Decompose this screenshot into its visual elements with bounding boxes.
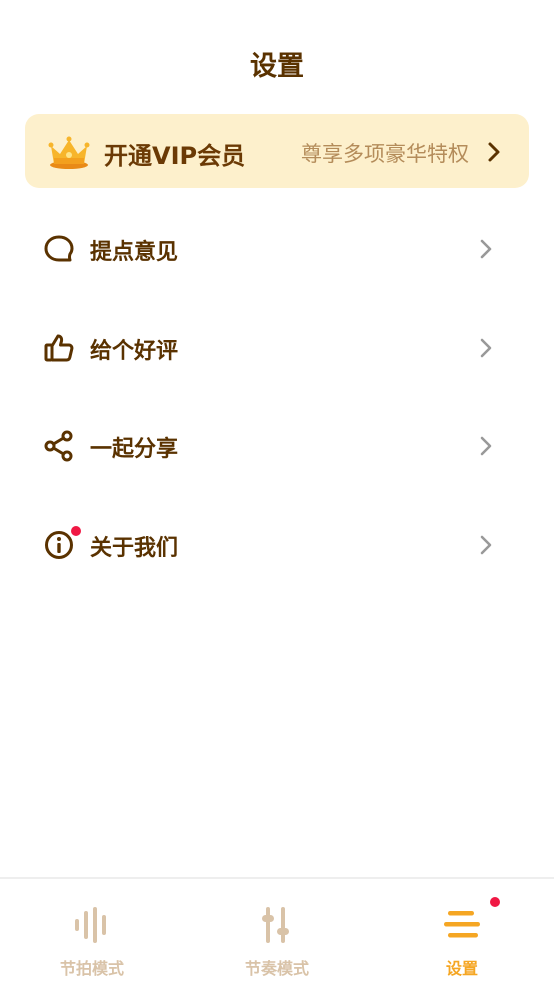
crown-icon (48, 136, 90, 169)
tab-label: 节拍模式 (59, 959, 124, 978)
chat-bubble-icon (44, 235, 74, 262)
tab-settings[interactable]: 设置 (392, 879, 532, 984)
menu-item-label: 给个好评 (90, 339, 179, 364)
thumbs-up-icon (44, 334, 74, 362)
settings-page: 设置 开通VIP会员 尊享多项豪华特权 提点意见 给个好评 一起分享 关于我们 … (0, 0, 554, 984)
tab-rhythm-mode[interactable]: 节奏模式 (207, 879, 347, 984)
tab-beat-mode[interactable]: 节拍模式 (22, 879, 162, 984)
menu-item-label: 提点意见 (90, 240, 179, 265)
notification-dot (71, 526, 81, 536)
share-icon (44, 430, 73, 462)
sliders-icon (262, 907, 289, 943)
tab-label: 节奏模式 (244, 959, 309, 978)
info-icon (45, 531, 73, 559)
menu-item-label: 关于我们 (90, 536, 179, 561)
page-title: 设置 (250, 51, 304, 82)
menu-item-feedback[interactable]: 提点意见 (0, 219, 554, 279)
chevron-right-icon (480, 338, 492, 358)
sound-bars-icon (75, 907, 106, 943)
bottom-tab-bar: 节拍模式 节奏模式 设置 (0, 877, 554, 984)
chevron-right-icon (480, 239, 492, 259)
vip-label: 开通VIP会员 (104, 142, 246, 170)
menu-item-share[interactable]: 一起分享 (0, 416, 554, 476)
menu-item-rate[interactable]: 给个好评 (0, 318, 554, 378)
notification-dot (490, 897, 500, 907)
menu-item-label: 一起分享 (90, 437, 179, 462)
menu-item-about[interactable]: 关于我们 (0, 515, 554, 575)
chevron-right-icon (480, 436, 492, 456)
chevron-right-icon (488, 142, 500, 162)
vip-banner[interactable]: 开通VIP会员 尊享多项豪华特权 (25, 114, 529, 188)
menu-lines-icon (444, 911, 480, 938)
vip-subtitle: 尊享多项豪华特权 (301, 142, 469, 166)
chevron-right-icon (480, 535, 492, 555)
tab-label: 设置 (445, 959, 478, 978)
